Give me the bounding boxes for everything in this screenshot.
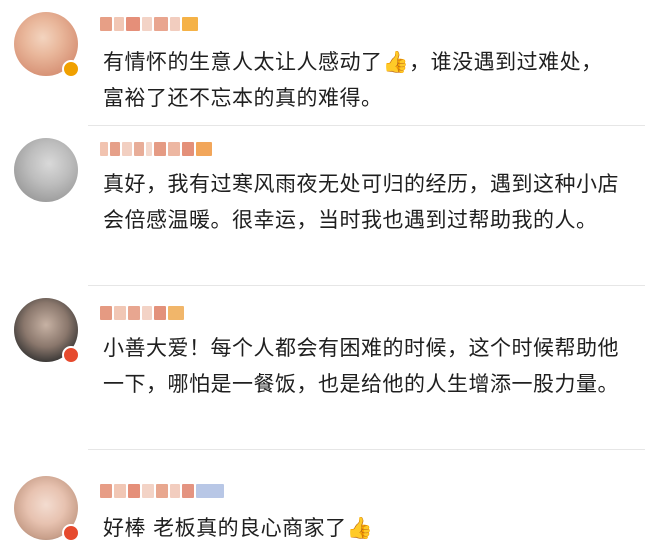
vip-badge-icon: [196, 484, 224, 498]
verified-badge-icon: [62, 60, 80, 78]
username-mosaic[interactable]: [100, 15, 198, 33]
level-badge-icon: [182, 17, 198, 31]
avatar[interactable]: [14, 138, 78, 202]
username-mosaic[interactable]: [100, 140, 212, 158]
comment-text: 真好，我有过寒风雨夜无处可归的经历，遇到这种小店会倍感温暖。很幸运，当时我也遇到…: [103, 172, 619, 232]
comment-item: 小善大爱！每个人都会有困难的时候，这个时候帮助他一下，哪怕是一餐饭，也是给他的人…: [0, 286, 645, 450]
comment-text: 好棒 老板真的良心商家了👍: [103, 516, 374, 540]
comment-item: 好棒 老板真的良心商家了👍: [0, 450, 645, 559]
level-badge-icon: [196, 142, 212, 156]
username-mosaic[interactable]: [100, 304, 184, 322]
comment-text: 有情怀的生意人太让人感动了👍，谁没遇到过难处，富裕了还不忘本的真的难得。: [103, 50, 603, 110]
avatar[interactable]: [14, 298, 80, 364]
avatar[interactable]: [14, 476, 80, 542]
avatar[interactable]: [14, 12, 80, 78]
verified-badge-icon: [62, 346, 80, 364]
comment-item: 真好，我有过寒风雨夜无处可归的经历，遇到这种小店会倍感温暖。很幸运，当时我也遇到…: [0, 126, 645, 286]
verified-badge-icon: [62, 524, 80, 542]
comment-text: 小善大爱！每个人都会有困难的时候，这个时候帮助他一下，哪怕是一餐饭，也是给他的人…: [103, 336, 619, 396]
level-badge-icon: [168, 306, 184, 320]
comment-feed: 有情怀的生意人太让人感动了👍，谁没遇到过难处，富裕了还不忘本的真的难得。 真好，…: [0, 0, 645, 559]
username-mosaic[interactable]: [100, 482, 224, 500]
comment-item: 有情怀的生意人太让人感动了👍，谁没遇到过难处，富裕了还不忘本的真的难得。: [0, 0, 645, 126]
